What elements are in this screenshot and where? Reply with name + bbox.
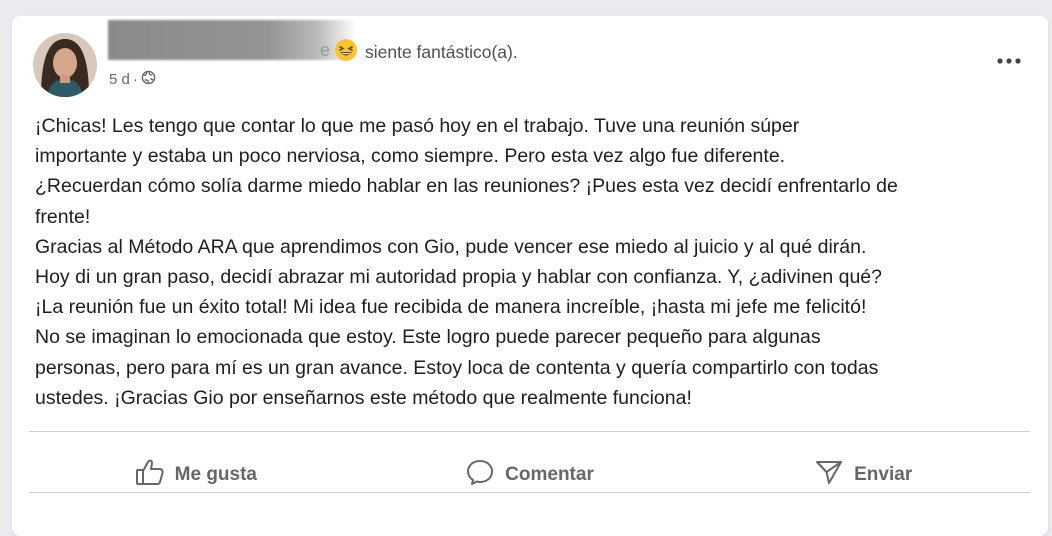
like-label: Me gusta	[174, 464, 258, 485]
post-actions: Me gusta Comentar Enviar	[29, 444, 1030, 506]
thumbs-up-icon	[135, 458, 175, 492]
post-text-line: ¡Chicas! Les tengo que contar lo que me …	[35, 115, 800, 137]
post-text-line: frente!	[35, 205, 91, 228]
post-text-line: importante y estaba un poco nerviosa, co…	[35, 145, 786, 168]
post-text-line: ustedes. ¡Gracias Gio por enseñarnos est…	[35, 386, 692, 409]
post-text: ¡Chicas! Les tengo que contar lo que me …	[35, 111, 1035, 413]
post-text-line: No se imaginan lo emocionada que estoy. …	[35, 326, 821, 349]
meta-separator: ·	[132, 71, 138, 88]
post-text-line: Gracias al Método ARA que aprendimos con…	[35, 235, 867, 258]
post-text-line: ¡La reunión fue un éxito total! Mi idea …	[35, 296, 867, 319]
comment-button[interactable]: Comentar	[363, 444, 697, 506]
grinning-squinting-face-icon	[334, 38, 358, 62]
post-text-line: ¿Recuerdan cómo solía darme miedo hablar…	[35, 175, 898, 198]
feeling-text: siente fantástico(a).	[365, 42, 518, 62]
avatar[interactable]	[33, 33, 97, 97]
post-timestamp[interactable]: 5 d	[109, 71, 130, 88]
like-button[interactable]: Me gusta	[29, 444, 363, 506]
globe-icon	[141, 70, 156, 89]
post-meta: 5 d ·	[109, 70, 156, 89]
comment-label: Comentar	[505, 464, 594, 485]
post-card: e siente fantástico(a). 5 d · ¡Chicas! L…	[12, 16, 1048, 536]
send-button[interactable]: Enviar	[696, 444, 1030, 506]
post-text-line: Hoy di un gran paso, decidí abrazar mi a…	[35, 266, 882, 289]
send-label: Enviar	[854, 464, 913, 485]
more-options-icon[interactable]	[994, 46, 1024, 76]
author-name-fragment: e	[320, 40, 331, 60]
post-text-line: personas, pero para mí es un gran avance…	[35, 356, 879, 379]
actions-bottom-divider	[29, 492, 1030, 493]
send-icon	[814, 458, 854, 492]
comment-bubble-icon	[465, 458, 505, 492]
blurred-author-name[interactable]	[108, 20, 356, 60]
actions-top-divider	[29, 431, 1030, 432]
